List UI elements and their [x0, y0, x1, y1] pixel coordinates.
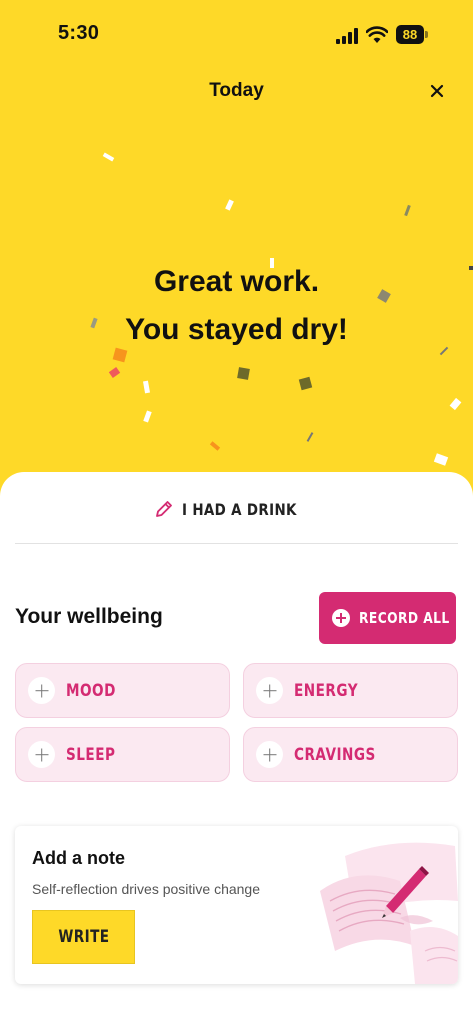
close-icon[interactable]: [424, 78, 450, 104]
energy-tile[interactable]: ENERGY: [243, 663, 458, 718]
mood-label: MOOD: [66, 680, 116, 701]
headline-line-2: You stayed dry!: [125, 313, 348, 346]
sleep-label: SLEEP: [66, 744, 116, 765]
sleep-tile[interactable]: SLEEP: [15, 727, 230, 782]
cravings-label: CRAVINGS: [294, 744, 376, 765]
mood-tile[interactable]: MOOD: [15, 663, 230, 718]
i-had-a-drink-button[interactable]: I HAD A DRINK: [0, 494, 473, 524]
confetti-piece: [143, 410, 152, 423]
confetti-piece: [449, 397, 462, 411]
confetti-piece: [298, 376, 313, 391]
pencil-icon: [156, 501, 173, 517]
confetti-piece: [404, 204, 411, 217]
add-note-card: Add a note Self-reflection drives positi…: [15, 826, 458, 984]
celebration-hero: 5:30 88 Today Great work. You stayed dry…: [0, 0, 473, 520]
success-headline: Great work. You stayed dry!: [0, 258, 473, 354]
cravings-tile[interactable]: CRAVINGS: [243, 727, 458, 782]
status-time: 5:30: [58, 22, 100, 44]
page-title: Today: [209, 80, 264, 101]
record-all-label: RECORD ALL: [359, 609, 450, 627]
headline-line-1: Great work.: [153, 265, 320, 298]
write-button[interactable]: WRITE: [32, 910, 135, 964]
confetti-piece: [112, 347, 128, 363]
paper-and-pen-illustration: [320, 842, 458, 984]
confetti-piece: [142, 380, 151, 394]
confetti-piece: [237, 367, 250, 380]
i-had-a-drink-label: I HAD A DRINK: [182, 499, 297, 519]
confetti-piece: [209, 441, 221, 451]
plus-icon: [28, 741, 55, 768]
bottom-sheet: I HAD A DRINK Your wellbeing RECORD ALL …: [0, 472, 473, 1024]
plus-icon: [256, 741, 283, 768]
plus-icon: [256, 677, 283, 704]
write-label: WRITE: [57, 927, 110, 947]
confetti-piece: [225, 199, 234, 211]
confetti-piece: [102, 152, 115, 162]
cellular-signal-icon: [336, 28, 360, 44]
add-note-title: Add a note: [32, 848, 125, 868]
status-bar: 5:30 88: [0, 18, 473, 54]
battery-level: 88: [396, 25, 424, 44]
divider: [15, 543, 458, 544]
record-all-button[interactable]: RECORD ALL: [319, 592, 456, 644]
confetti-piece: [469, 266, 473, 270]
plus-circle-icon: [332, 609, 350, 627]
wifi-icon: [366, 26, 388, 43]
plus-icon: [28, 677, 55, 704]
confetti-piece: [433, 453, 449, 466]
wellbeing-title: Your wellbeing: [15, 605, 163, 628]
confetti-piece: [108, 367, 121, 378]
confetti-piece: [306, 432, 314, 442]
add-note-subtitle: Self-reflection drives positive change: [32, 881, 261, 897]
battery-icon: 88: [396, 25, 428, 44]
confetti-piece: [270, 258, 274, 268]
energy-label: ENERGY: [294, 680, 359, 701]
